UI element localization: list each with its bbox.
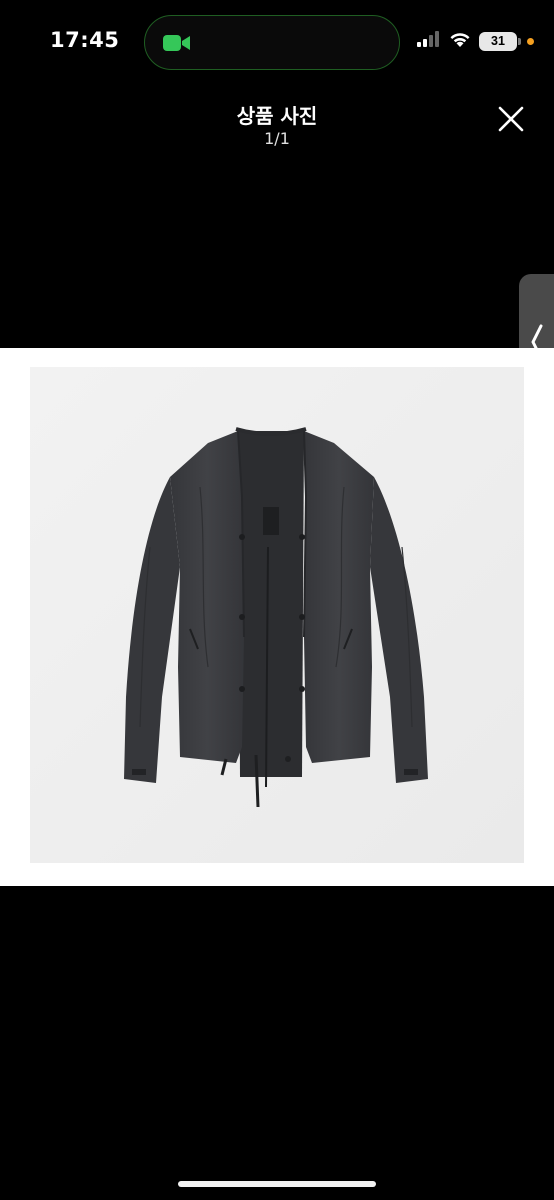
close-button[interactable] [494, 102, 528, 136]
status-time: 17:45 [50, 28, 120, 52]
wifi-icon [449, 31, 471, 52]
image-counter: 1/1 [264, 129, 290, 148]
battery-icon: 31 [479, 31, 521, 51]
close-icon [494, 106, 528, 140]
product-photo [30, 367, 524, 863]
home-indicator[interactable] [178, 1181, 376, 1187]
active-call-pill[interactable] [144, 15, 400, 70]
status-icons: 31 [417, 30, 534, 52]
signal-icon [417, 31, 441, 51]
privacy-indicator-dot [527, 37, 534, 45]
facetime-camera-icon [162, 33, 192, 57]
jacket-image [30, 367, 524, 863]
product-photo-frame[interactable] [0, 348, 554, 886]
page-title: 상품 사진 [236, 104, 318, 128]
